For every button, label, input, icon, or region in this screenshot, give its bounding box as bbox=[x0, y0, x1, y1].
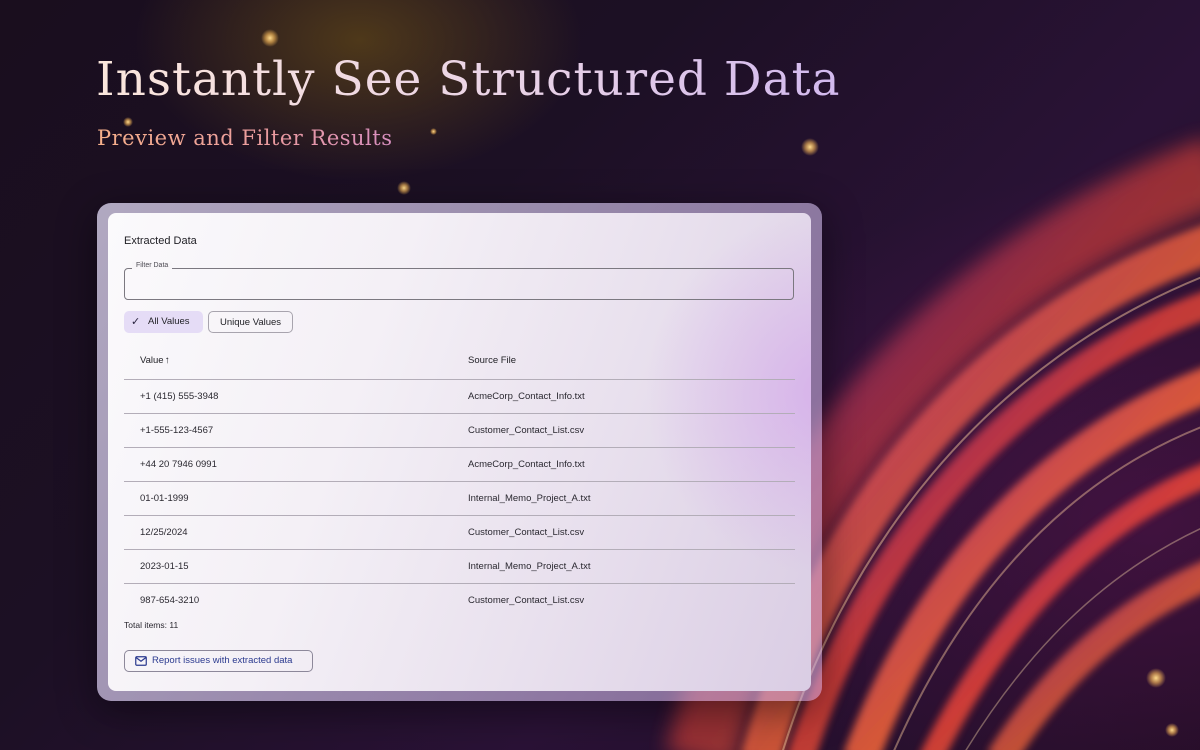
cell-source-file: Internal_Memo_Project_A.txt bbox=[468, 561, 591, 572]
extracted-data-panel-frame: Extracted Data Filter Data ✓ All Values … bbox=[97, 203, 822, 701]
filter-data-label: Filter Data bbox=[132, 262, 173, 269]
cell-source-file: Internal_Memo_Project_A.txt bbox=[468, 493, 591, 504]
cell-value: 987-654-3210 bbox=[140, 595, 200, 606]
table-row[interactable]: +1 (415) 555-3948 AcmeCorp_Contact_Info.… bbox=[124, 380, 795, 414]
extracted-data-panel: Extracted Data Filter Data ✓ All Values … bbox=[108, 213, 811, 691]
table-row[interactable]: 01-01-1999 Internal_Memo_Project_A.txt bbox=[124, 482, 795, 516]
table-row[interactable]: 2023-01-15 Internal_Memo_Project_A.txt bbox=[124, 550, 795, 584]
cell-source-file: Customer_Contact_List.csv bbox=[468, 527, 585, 538]
glow-particle bbox=[397, 181, 411, 195]
glow-particle bbox=[261, 29, 279, 47]
column-header-source-file[interactable]: Source File bbox=[468, 345, 516, 377]
cell-value: +44 20 7946 0991 bbox=[140, 459, 217, 470]
column-header-value[interactable]: Value↑ bbox=[140, 345, 170, 377]
all-values-label: All Values bbox=[148, 316, 190, 327]
cell-source-file: AcmeCorp_Contact_Info.txt bbox=[468, 459, 585, 470]
cell-value: +1-555-123-4567 bbox=[140, 425, 214, 436]
filter-data-input[interactable] bbox=[135, 275, 779, 295]
table-row[interactable]: 12/25/2024 Customer_Contact_List.csv bbox=[124, 516, 795, 550]
glow-particle bbox=[430, 128, 437, 135]
column-header-value-label: Value bbox=[140, 355, 164, 366]
table-row[interactable]: +44 20 7946 0991 AcmeCorp_Contact_Info.t… bbox=[124, 448, 795, 482]
cell-value: +1 (415) 555-3948 bbox=[140, 391, 219, 402]
cell-source-file: Customer_Contact_List.csv bbox=[468, 425, 585, 436]
cell-value: 12/25/2024 bbox=[140, 527, 188, 538]
arrow-up-icon[interactable]: ↑ bbox=[165, 345, 170, 377]
table-header: Value↑ Source File bbox=[124, 345, 795, 380]
glow-particle bbox=[1165, 723, 1179, 737]
cell-value: 01-01-1999 bbox=[140, 493, 189, 504]
cell-source-file: AcmeCorp_Contact_Info.txt bbox=[468, 391, 585, 402]
unique-values-chip[interactable]: Unique Values bbox=[208, 311, 293, 333]
hero-subtitle: Preview and Filter Results bbox=[97, 126, 393, 150]
glow-particle bbox=[1146, 668, 1166, 688]
unique-values-label: Unique Values bbox=[219, 317, 282, 328]
extracted-data-table: Value↑ Source File +1 (415) 555-3948 Acm… bbox=[124, 345, 795, 617]
all-values-chip[interactable]: ✓ All Values bbox=[124, 311, 203, 333]
report-issues-label: Report issues with extracted data bbox=[152, 655, 293, 666]
check-icon: ✓ bbox=[131, 316, 141, 328]
hero-title: Instantly See Structured Data bbox=[96, 52, 841, 107]
table-row[interactable]: 987-654-3210 Customer_Contact_List.csv bbox=[124, 584, 795, 617]
report-issues-button[interactable]: Report issues with extracted data bbox=[124, 650, 313, 672]
panel-title: Extracted Data bbox=[124, 235, 197, 247]
cell-source-file: Customer_Contact_List.csv bbox=[468, 595, 585, 606]
cell-value: 2023-01-15 bbox=[140, 561, 189, 572]
filter-data-field[interactable]: Filter Data bbox=[124, 262, 794, 300]
table-row[interactable]: +1-555-123-4567 Customer_Contact_List.cs… bbox=[124, 414, 795, 448]
mail-icon bbox=[135, 656, 147, 666]
total-items-count: Total items: 11 bbox=[124, 620, 179, 630]
glow-particle bbox=[801, 138, 819, 156]
